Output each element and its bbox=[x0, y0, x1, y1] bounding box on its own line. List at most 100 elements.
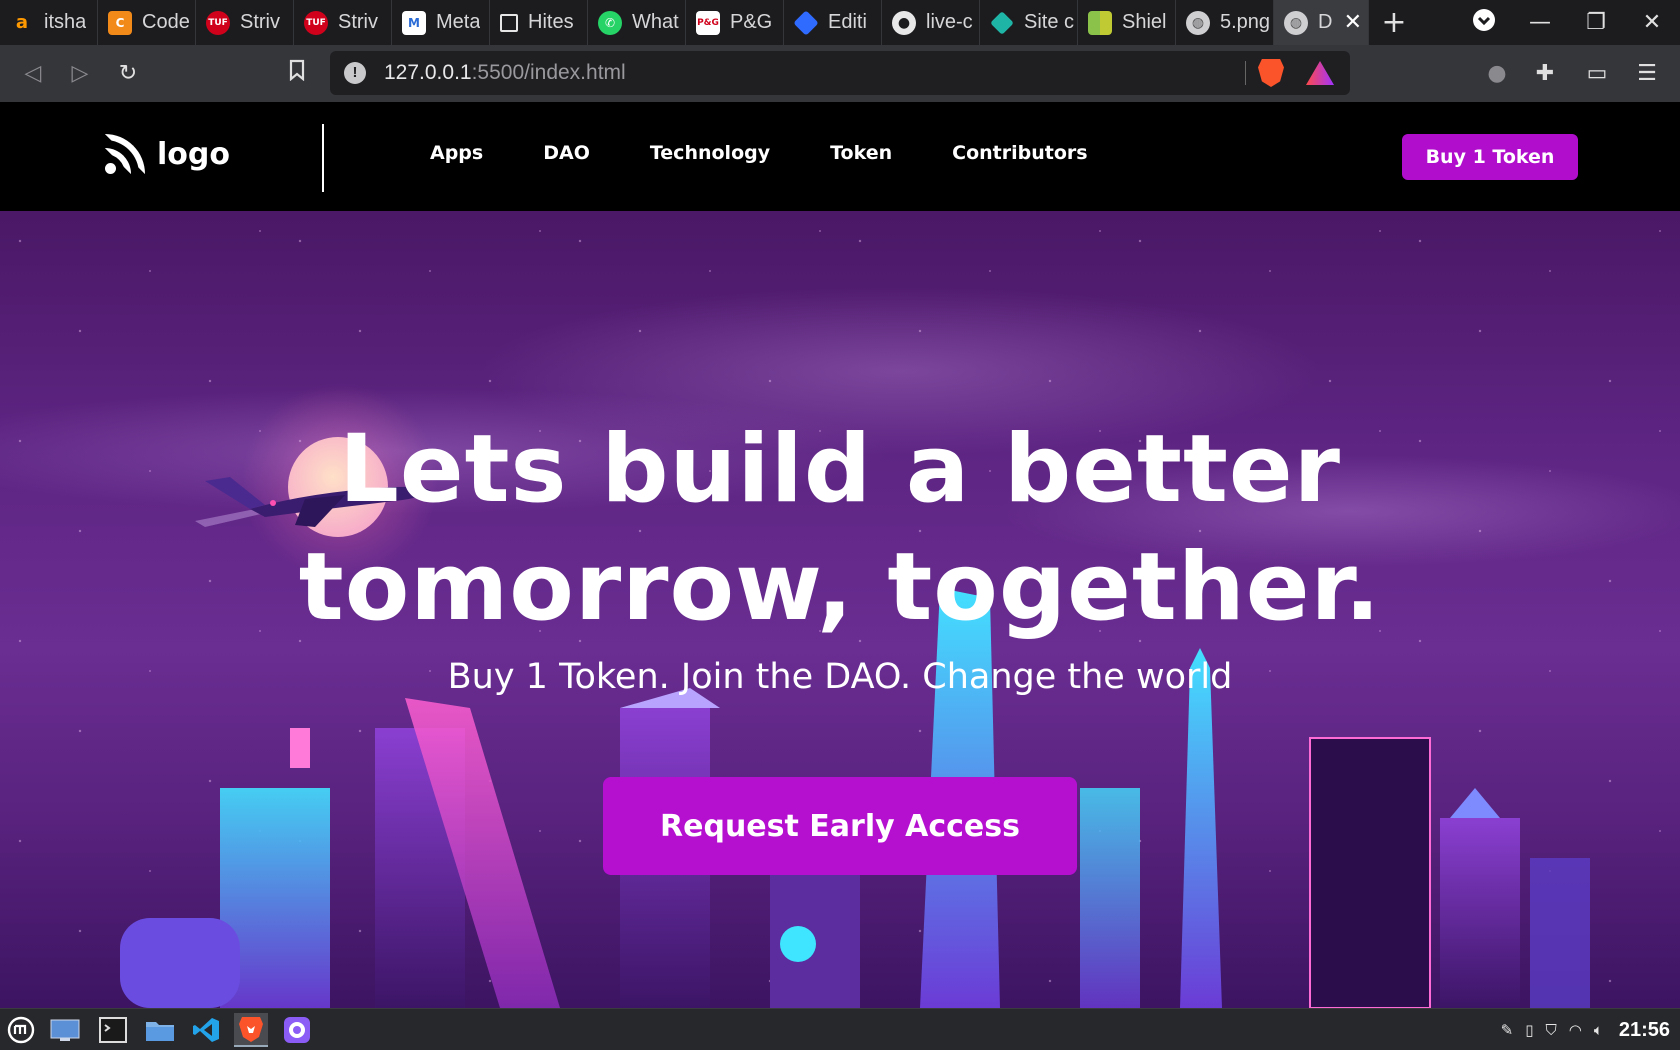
window-controls: — ❐ ✕ bbox=[1456, 0, 1680, 45]
hero-title-line-2: tomorrow, together. bbox=[298, 533, 1382, 642]
browser-tab[interactable]: a itsha bbox=[0, 0, 98, 45]
browser-tab[interactable]: ● live-c bbox=[882, 0, 980, 45]
github-desktop-icon[interactable] bbox=[280, 1013, 314, 1047]
shield-icon bbox=[1088, 10, 1112, 35]
browser-tab[interactable]: Site c bbox=[980, 0, 1078, 45]
volume-icon[interactable]: 🔈︎ bbox=[1594, 1021, 1603, 1039]
diamond-icon bbox=[793, 9, 819, 36]
tab-title: 5.png bbox=[1220, 11, 1271, 33]
nav-dao[interactable]: DAO bbox=[543, 142, 590, 164]
browser-tab-strip: a itsha C Code TUF Striv TUF Striv M Met… bbox=[0, 0, 1680, 45]
bookmark-icon[interactable] bbox=[282, 59, 312, 89]
url-text: 127.0.0.1:5500/index.html bbox=[384, 61, 626, 85]
tab-title: live-c bbox=[926, 11, 973, 33]
browser-toolbar: ◁ ▷ ↻ ! 127.0.0.1:5500/index.html ● ✚ ▭ … bbox=[0, 45, 1680, 102]
address-bar[interactable]: ! 127.0.0.1:5500/index.html bbox=[330, 51, 1350, 95]
brave-shields-icon[interactable] bbox=[1258, 59, 1284, 87]
reload-icon[interactable]: ↻ bbox=[113, 59, 143, 89]
os-taskbar: ✎ ▯ ⛉ ◠ 🔈︎ 21:56 bbox=[0, 1008, 1680, 1050]
clipboard-icon[interactable]: ▯ bbox=[1525, 1021, 1533, 1039]
hero-subtitle: Buy 1 Token. Join the DAO. Change the wo… bbox=[447, 657, 1233, 697]
request-early-access-button[interactable]: Request Early Access bbox=[603, 777, 1077, 875]
url-host: 127.0.0.1 bbox=[384, 61, 472, 84]
tab-title: Striv bbox=[240, 11, 280, 33]
buy-token-button[interactable]: Buy 1 Token bbox=[1402, 134, 1578, 180]
hero-title-line-1: Lets build a better bbox=[338, 415, 1342, 524]
tuf-icon: TUF bbox=[304, 10, 328, 35]
tab-title: What bbox=[632, 11, 679, 33]
hero-title: Lets build a better tomorrow, together. bbox=[0, 411, 1680, 647]
nav-contributors[interactable]: Contributors bbox=[952, 142, 1087, 164]
url-divider bbox=[1245, 61, 1246, 85]
amazon-icon: a bbox=[15, 12, 29, 33]
clock[interactable]: 21:56 bbox=[1619, 1019, 1670, 1042]
nav-technology[interactable]: Technology bbox=[650, 142, 770, 164]
whatsapp-icon: ✆ bbox=[598, 10, 622, 35]
tab-title: Hites bbox=[528, 11, 574, 33]
shield-icon[interactable]: ⛉ bbox=[1545, 1021, 1556, 1039]
browser-tab[interactable]: ✆ What bbox=[588, 0, 686, 45]
files-icon[interactable] bbox=[143, 1013, 177, 1047]
globe-icon: ◍ bbox=[1186, 10, 1210, 35]
brave-rewards-icon[interactable] bbox=[1306, 61, 1334, 85]
browser-tab[interactable]: Editi bbox=[784, 0, 882, 45]
site-info-icon[interactable]: ! bbox=[344, 62, 366, 84]
tuf-icon: TUF bbox=[206, 10, 230, 35]
netlify-icon bbox=[990, 10, 1014, 35]
browser-tab[interactable]: P&G P&G bbox=[686, 0, 784, 45]
tab-title: Shiel bbox=[1122, 11, 1167, 33]
browser-tab[interactable]: TUF Striv bbox=[294, 0, 392, 45]
github-icon: ● bbox=[892, 10, 916, 35]
square-icon bbox=[500, 13, 518, 32]
codeforces-icon: C bbox=[108, 10, 132, 35]
tab-title: Striv bbox=[338, 11, 378, 33]
header-divider bbox=[322, 124, 324, 192]
nav-token[interactable]: Token bbox=[830, 142, 892, 164]
mint-menu-icon[interactable] bbox=[4, 1013, 38, 1047]
tab-title: Site c bbox=[1024, 11, 1075, 33]
browser-tab-active[interactable]: ◍ D ✕ bbox=[1274, 0, 1369, 45]
url-path: :5500/index.html bbox=[471, 61, 626, 84]
terminal-icon[interactable] bbox=[96, 1013, 130, 1047]
globe-icon: ◍ bbox=[1284, 10, 1308, 35]
new-tab-button[interactable]: + bbox=[1369, 0, 1419, 45]
brave-icon[interactable] bbox=[234, 1013, 268, 1047]
wifi-icon[interactable]: ◠ bbox=[1569, 1021, 1582, 1039]
show-desktop-icon[interactable] bbox=[48, 1013, 82, 1047]
maximize-icon[interactable]: ❐ bbox=[1568, 10, 1624, 35]
tab-title: Code bbox=[142, 11, 190, 33]
browser-tab[interactable]: ◍ 5.png bbox=[1176, 0, 1274, 45]
forward-icon[interactable]: ▷ bbox=[65, 59, 95, 89]
browser-tab[interactable]: Hites bbox=[490, 0, 588, 45]
browser-tab[interactable]: M Meta bbox=[392, 0, 490, 45]
tab-title: Meta bbox=[436, 11, 481, 33]
close-window-icon[interactable]: ✕ bbox=[1624, 10, 1680, 35]
hero-section: Lets build a better tomorrow, together. … bbox=[0, 211, 1680, 1008]
extension-icon[interactable]: ● bbox=[1482, 59, 1512, 89]
pen-icon[interactable]: ✎ bbox=[1501, 1021, 1514, 1039]
web-page: logo Apps DAO Technology Token Contribut… bbox=[0, 102, 1680, 1008]
logo-rss-icon bbox=[105, 134, 145, 174]
tab-title: P&G bbox=[730, 11, 773, 33]
nav-apps[interactable]: Apps bbox=[430, 142, 483, 164]
site-logo[interactable]: logo bbox=[105, 134, 230, 174]
browser-tab[interactable]: Shiel bbox=[1078, 0, 1176, 45]
site-header: logo Apps DAO Technology Token Contribut… bbox=[0, 102, 1680, 211]
logo-text: logo bbox=[157, 136, 230, 172]
pg-icon: P&G bbox=[696, 10, 720, 35]
menu-icon[interactable]: ☰ bbox=[1632, 59, 1662, 89]
browser-tab[interactable]: TUF Striv bbox=[196, 0, 294, 45]
extensions-puzzle-icon[interactable]: ✚ bbox=[1530, 59, 1560, 89]
main-nav: Apps DAO Technology Token Contributors bbox=[430, 142, 1088, 164]
back-icon[interactable]: ◁ bbox=[18, 59, 48, 89]
vscode-icon[interactable] bbox=[189, 1013, 223, 1047]
tab-title: itsha bbox=[44, 11, 87, 33]
wallet-icon[interactable]: ▭ bbox=[1582, 59, 1612, 89]
tab-search-icon[interactable] bbox=[1456, 8, 1512, 38]
tab-title: D bbox=[1318, 11, 1333, 33]
close-tab-icon[interactable]: ✕ bbox=[1344, 10, 1362, 35]
browser-tab[interactable]: C Code bbox=[98, 0, 196, 45]
minimize-icon[interactable]: — bbox=[1512, 10, 1568, 35]
metatags-icon: M bbox=[402, 10, 426, 35]
tab-title: Editi bbox=[828, 11, 867, 33]
